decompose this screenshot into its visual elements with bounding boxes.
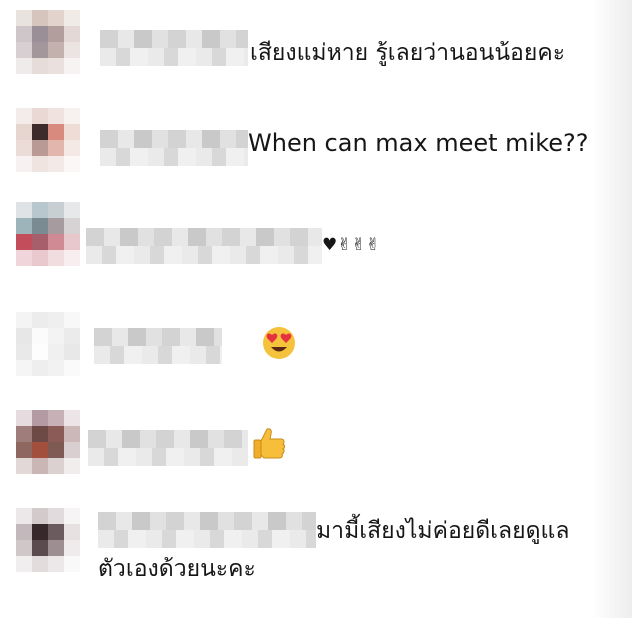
avatar[interactable]: [16, 10, 80, 74]
username-blurred[interactable]: [86, 228, 322, 264]
username-blurred[interactable]: [94, 328, 222, 364]
heart-eyes-emoji: [262, 326, 296, 360]
comment-text: เสียงแม่หาย รู้เลยว่านอนน้อยคะ: [250, 40, 566, 66]
username-blurred[interactable]: [88, 430, 248, 466]
comment-item: [0, 312, 632, 382]
comment-text: ♥✌✌✌: [322, 235, 380, 255]
comment-item: เสียงแม่หาย รู้เลยว่านอนน้อยคะ: [0, 10, 632, 80]
username-blurred[interactable]: [100, 30, 248, 66]
comment-item: มามี้เสียงไม่ค่อยดีเลยดูแล ตัวเองด้วยนะค…: [0, 508, 632, 612]
avatar[interactable]: [16, 508, 80, 572]
avatar[interactable]: [16, 312, 80, 376]
comment-text-line1: มามี้เสียงไม่ค่อยดีเลยดูแล: [316, 518, 570, 544]
comment-text: When can max meet mike??: [248, 129, 589, 157]
avatar[interactable]: [16, 410, 80, 474]
comment-item: When can max meet mike??: [0, 108, 632, 188]
comment-item: [0, 410, 632, 480]
thumbs-up-emoji: [250, 424, 288, 462]
avatar[interactable]: [16, 202, 80, 266]
comment-item: ♥✌✌✌: [0, 202, 632, 282]
comment-text-line2: ตัวเองด้วยนะคะ: [98, 556, 256, 582]
avatar[interactable]: [16, 108, 80, 172]
username-blurred[interactable]: [98, 512, 316, 548]
username-blurred[interactable]: [100, 130, 248, 166]
